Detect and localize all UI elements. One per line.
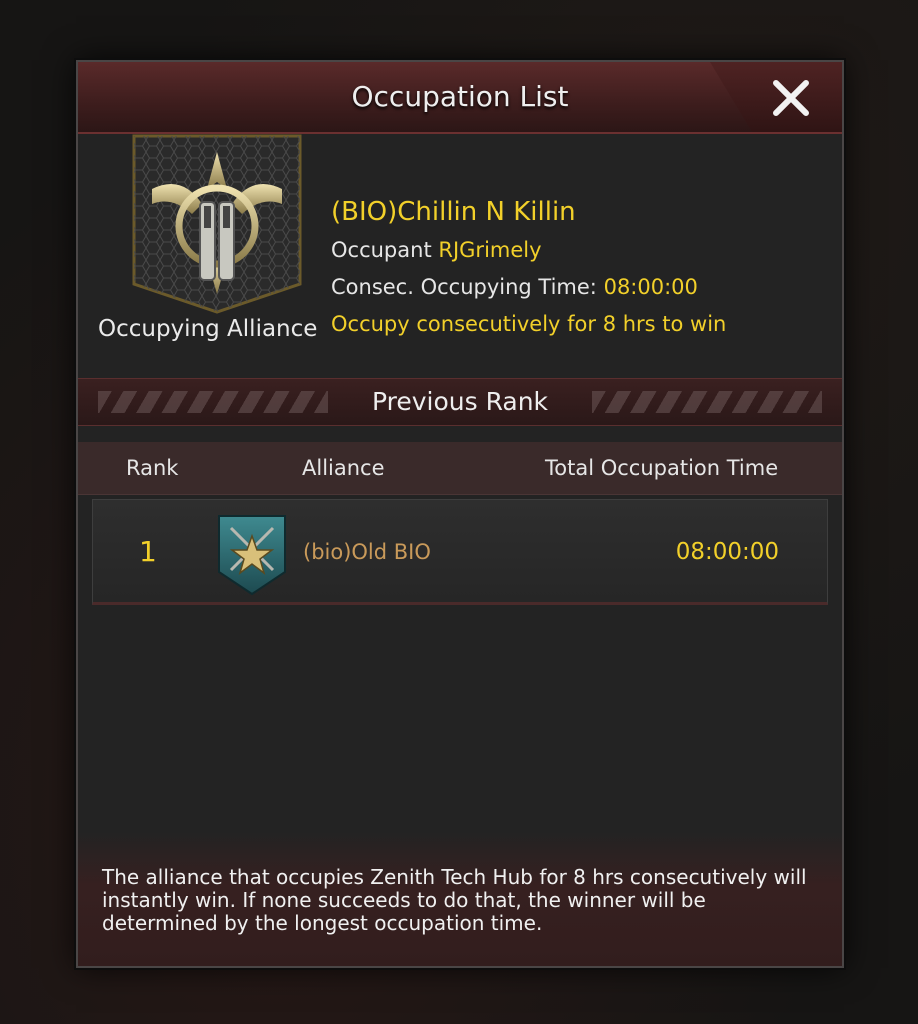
close-icon	[773, 80, 809, 116]
consec-time-label: Consec. Occupying Time:	[331, 275, 597, 299]
occupation-info: (BIO)Chillin N Killin Occupant RJGrimely…	[331, 192, 831, 343]
consec-time-line: Consec. Occupying Time: 08:00:00	[331, 269, 831, 306]
rules-footer: The alliance that occupies Zenith Tech H…	[78, 832, 842, 966]
title-bar: Occupation List	[78, 62, 842, 134]
table-row[interactable]: 1 (bio)Old BIO 08:00:00	[92, 499, 828, 605]
row-alliance-name[interactable]: (bio)Old BIO	[303, 500, 431, 604]
occupying-alliance-name[interactable]: (BIO)Chillin N Killin	[331, 192, 831, 232]
occupying-alliance-label: Occupying Alliance	[98, 316, 318, 342]
occupant-line: Occupant RJGrimely	[331, 232, 831, 269]
rules-note: The alliance that occupies Zenith Tech H…	[102, 865, 807, 935]
win-condition-text: Occupy consecutively for 8 hrs to win	[331, 312, 727, 336]
previous-rank-title: Previous Rank	[371, 387, 549, 416]
alliance-badge-star-icon	[218, 515, 286, 596]
previous-rank-header: Previous Rank	[78, 378, 842, 426]
occupation-list-dialog: Occupation List Occupying Alliance (BIO)…	[76, 60, 844, 968]
column-total-time: Total Occupation Time	[545, 456, 779, 480]
occupant-label: Occupant	[331, 238, 432, 262]
column-rank: Rank	[126, 456, 179, 480]
occupant-name[interactable]: RJGrimely	[438, 238, 541, 262]
rank-table-header: Rank Alliance Total Occupation Time	[78, 442, 842, 495]
alliance-emblem-revolver-icon	[132, 134, 302, 314]
consec-time-value: 08:00:00	[603, 275, 698, 299]
row-total-time: 08:00:00	[675, 539, 779, 565]
column-alliance: Alliance	[302, 456, 385, 480]
row-rank: 1	[139, 535, 157, 568]
